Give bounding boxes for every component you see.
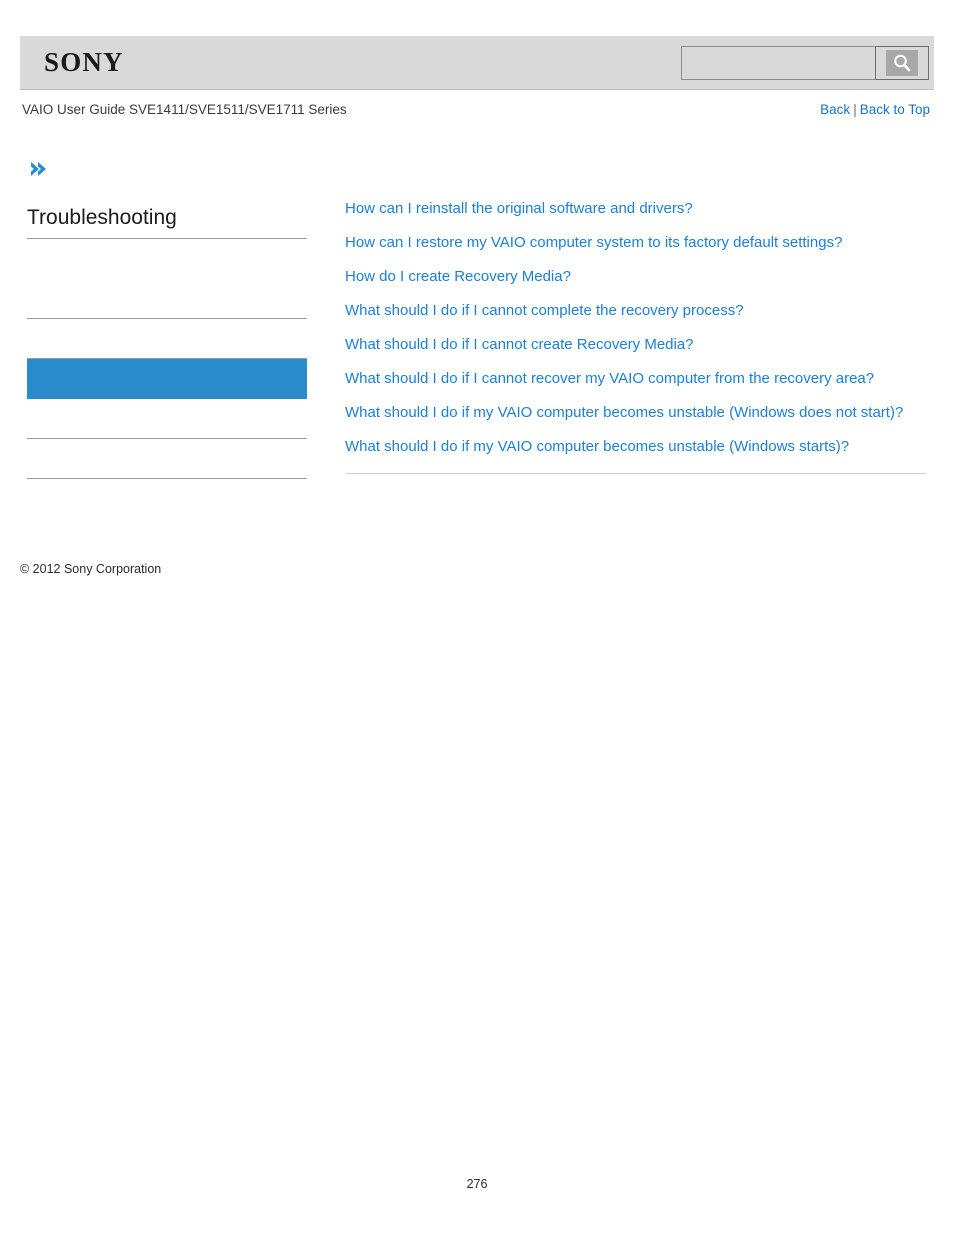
topic-link[interactable]: What should I do if my VAIO computer bec… — [345, 438, 849, 455]
sidebar-item-1[interactable] — [27, 239, 307, 279]
sidebar-item-active[interactable] — [27, 359, 307, 399]
sidebar: Troubleshooting — [27, 158, 307, 479]
sidebar-item-6[interactable] — [27, 439, 307, 479]
topic-link[interactable]: What should I do if I cannot complete th… — [345, 302, 744, 319]
list-item: What should I do if I cannot complete th… — [345, 300, 927, 322]
nav-separator: | — [853, 102, 857, 117]
page-title: Troubleshooting — [27, 204, 307, 239]
topic-link[interactable]: What should I do if my VAIO computer bec… — [345, 404, 903, 421]
back-to-top-link[interactable]: Back to Top — [860, 102, 930, 117]
header-bar: SONY — [20, 36, 934, 90]
sidebar-item-2[interactable] — [27, 279, 307, 319]
search-area — [681, 46, 929, 80]
page-number: 276 — [466, 1177, 488, 1191]
list-item: What should I do if I cannot create Reco… — [345, 334, 927, 356]
double-chevron-right-icon — [27, 158, 49, 180]
list-item: How can I restore my VAIO computer syste… — [345, 232, 927, 254]
list-item: How do I create Recovery Media? — [345, 266, 927, 288]
main-content: How can I reinstall the original softwar… — [345, 198, 927, 474]
list-item: What should I do if I cannot recover my … — [345, 368, 927, 390]
guide-title: VAIO User Guide SVE1411/SVE1511/SVE1711 … — [22, 102, 347, 117]
topic-link[interactable]: How can I reinstall the original softwar… — [345, 200, 693, 217]
sidebar-item-3[interactable] — [27, 319, 307, 359]
sidebar-item-5[interactable] — [27, 399, 307, 439]
topic-link[interactable]: How can I restore my VAIO computer syste… — [345, 234, 842, 251]
back-link[interactable]: Back — [820, 102, 850, 117]
search-button[interactable] — [875, 46, 929, 80]
list-item: What should I do if my VAIO computer bec… — [345, 402, 927, 424]
topic-link[interactable]: How do I create Recovery Media? — [345, 268, 571, 285]
list-item: How can I reinstall the original softwar… — [345, 198, 927, 220]
copyright-notice: © 2012 Sony Corporation — [20, 562, 162, 576]
topic-link[interactable]: What should I do if I cannot create Reco… — [345, 336, 694, 353]
topic-link[interactable]: What should I do if I cannot recover my … — [345, 370, 874, 387]
sony-logo: SONY — [44, 47, 124, 77]
list-item: What should I do if my VAIO computer bec… — [345, 436, 927, 458]
search-input[interactable] — [681, 46, 875, 80]
content-divider — [345, 473, 927, 474]
search-icon — [886, 50, 918, 76]
subheader: VAIO User Guide SVE1411/SVE1511/SVE1711 … — [20, 100, 934, 122]
top-navigation: Back | Back to Top — [820, 100, 930, 120]
